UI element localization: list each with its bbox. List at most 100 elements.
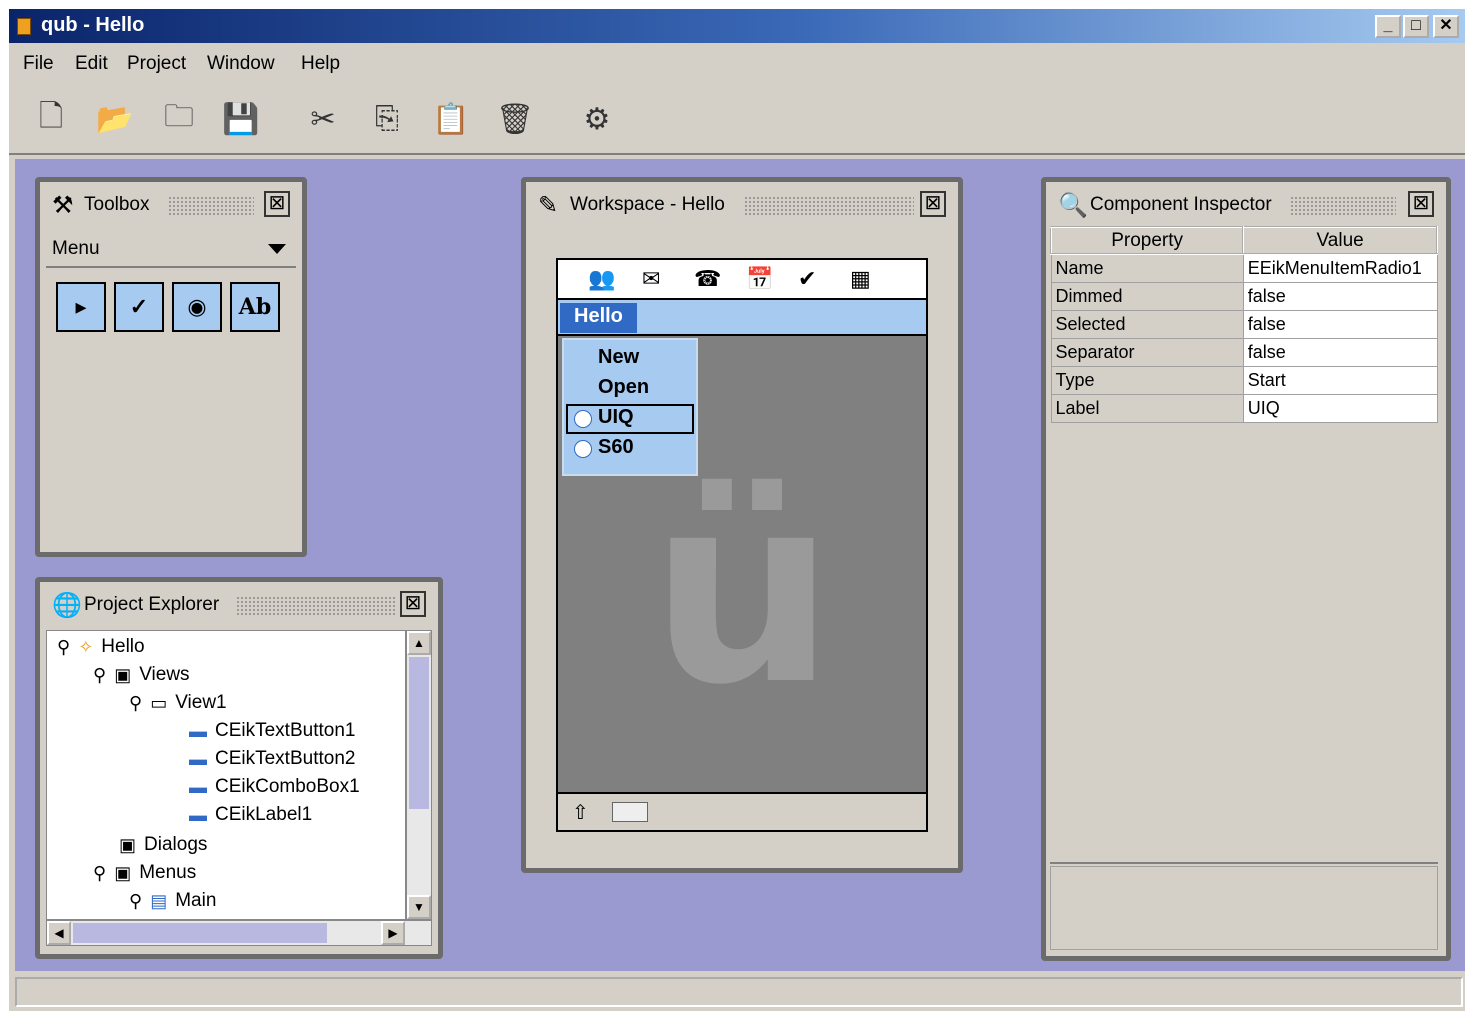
scroll-right-icon[interactable]: ▶ [381, 921, 405, 945]
tree-node-ceikcombobox1[interactable]: ▬ CEikComboBox1 [189, 773, 360, 801]
tree-node-view1[interactable]: ⚲ ▭ View1 [129, 689, 227, 717]
open-project-icon[interactable]: 🗀 [159, 99, 199, 139]
toolbox-close-icon[interactable]: ⊠ [264, 191, 290, 217]
property-name: Dimmed [1050, 281, 1244, 311]
value-column-header[interactable]: Value [1242, 226, 1438, 255]
control-icon: ▬ [189, 804, 207, 825]
tree-horizontal-scrollbar[interactable]: ◀ ▶ [46, 920, 432, 946]
tasks-app-icon[interactable]: ✔ [798, 266, 816, 292]
tools-app-icon[interactable]: ▦ [850, 266, 871, 292]
menu-edit[interactable]: Edit [75, 53, 108, 75]
inspector-description-area [1050, 866, 1438, 950]
menu-icon: ▤ [150, 890, 168, 911]
device-menu-title[interactable]: Hello [560, 303, 637, 333]
menu-help[interactable]: Help [301, 53, 340, 75]
close-button[interactable]: ✕ [1433, 15, 1459, 38]
toolbar: 🗋 📂 🗀 💾 ✂ ⎘ 📋 🗑 ⚙ [9, 83, 1465, 155]
tree-node-ceiktextbutton2[interactable]: ▬ CEikTextButton2 [189, 745, 355, 773]
device-menu-item-new[interactable]: New [598, 346, 639, 369]
property-value[interactable]: EEikMenuItemRadio1 [1242, 253, 1438, 283]
control-icon: ▬ [189, 720, 207, 741]
menu-radio-tool[interactable]: ◉ [172, 282, 222, 332]
menu-project[interactable]: Project [127, 53, 186, 75]
workspace-header[interactable]: ✎ Workspace - Hello ⊠ [530, 186, 954, 222]
device-menu-item-s60[interactable]: S60 [598, 436, 634, 459]
tree-node-menus[interactable]: ⚲ ▣ Menus [93, 859, 196, 887]
workspace-panel: ✎ Workspace - Hello ⊠ 👥 ✉ ☎ 📅 ✔ ▦ Hello [521, 177, 963, 873]
window-title: qub - Hello [41, 14, 145, 36]
component-inspector-header[interactable]: 🔍 Component Inspector ⊠ [1050, 186, 1442, 222]
workspace-close-icon[interactable]: ⊠ [920, 191, 946, 217]
table-row: Dimmed false [1050, 281, 1438, 311]
tree-node-main[interactable]: ⚲ ▤ Main [129, 887, 216, 915]
view-icon: ▭ [150, 692, 168, 713]
tree-node-hello[interactable]: ⚲ ✧ Hello [57, 633, 145, 661]
property-value[interactable]: false [1242, 281, 1438, 311]
tree-node-ceiktextbutton1[interactable]: ▬ CEikTextButton1 [189, 717, 355, 745]
component-inspector-close-icon[interactable]: ⊠ [1408, 191, 1434, 217]
tree-expand-icon[interactable]: ⚲ [129, 693, 142, 714]
tree-expand-icon[interactable]: ⚲ [129, 891, 142, 912]
table-row: Type Start [1050, 365, 1438, 395]
cut-icon[interactable]: ✂ [303, 99, 343, 139]
maximize-button[interactable]: □ [1403, 15, 1429, 38]
component-inspector-panel: 🔍 Component Inspector ⊠ Property Value N… [1041, 177, 1451, 961]
phone-app-icon[interactable]: ☎ [694, 266, 721, 292]
tree-expand-icon[interactable]: ⚲ [93, 863, 106, 884]
control-icon: ▬ [189, 776, 207, 797]
tree-label: Menus [139, 862, 197, 883]
tree-label: CEikTextButton2 [215, 748, 356, 769]
device-menu-item-uiq[interactable]: UIQ [598, 406, 634, 429]
device-menu-item-open[interactable]: Open [598, 376, 649, 399]
open-folder-icon[interactable]: 📂 [95, 99, 135, 139]
project-explorer-close-icon[interactable]: ⊠ [400, 591, 426, 617]
new-file-icon[interactable]: 🗋 [31, 99, 71, 139]
minimize-button[interactable]: _ [1375, 15, 1401, 38]
delete-icon[interactable]: 🗑 [495, 99, 535, 139]
menu-window[interactable]: Window [207, 53, 275, 75]
copy-icon[interactable]: ⎘ [367, 99, 407, 139]
vertical-scroll-thumb[interactable] [409, 657, 429, 809]
menu-file[interactable]: File [23, 53, 54, 75]
menu-text-tool[interactable]: Ab [230, 282, 280, 332]
menu-checkbox-tool[interactable]: ✓ [114, 282, 164, 332]
messages-app-icon[interactable]: ✉ [642, 266, 660, 292]
property-value[interactable]: Start [1242, 365, 1438, 395]
tree-vertical-scrollbar[interactable]: ▲ ▼ [406, 630, 432, 920]
property-table: Property Value Name EEikMenuItemRadio1 Di… [1049, 226, 1438, 423]
toolbox-category-select[interactable]: Menu [46, 230, 296, 268]
tree-node-ceiklabel1[interactable]: ▬ CEikLabel1 [189, 801, 312, 829]
menu-cascade-tool[interactable]: ▸ [56, 282, 106, 332]
property-name: Type [1050, 365, 1244, 395]
toolbox-header[interactable]: ⚒ Toolbox ⊠ [44, 186, 298, 222]
horizontal-scroll-thumb[interactable] [73, 923, 327, 943]
inspector-divider [1050, 862, 1438, 864]
scroll-up-icon[interactable]: ▲ [407, 631, 431, 655]
workspace-icon: ✎ [538, 192, 559, 219]
shift-arrow-icon[interactable]: ⇧ [572, 800, 589, 825]
settings-gear-icon[interactable]: ⚙ [577, 99, 617, 139]
title-bar[interactable]: qub - Hello _ □ ✕ [9, 9, 1465, 43]
property-column-header[interactable]: Property [1049, 226, 1245, 255]
tree-node-dialogs[interactable]: ▣ Dialogs [119, 831, 207, 859]
folder-stack-icon: ▣ [114, 664, 132, 685]
tree-expand-icon[interactable]: ⚲ [57, 637, 70, 658]
project-explorer-header[interactable]: 🌐 Project Explorer ⊠ [44, 586, 434, 622]
scroll-down-icon[interactable]: ▼ [407, 895, 431, 919]
component-inspector-grip [1290, 196, 1396, 216]
save-icon[interactable]: 💾 [221, 99, 261, 139]
paste-icon[interactable]: 📋 [431, 99, 471, 139]
property-value[interactable]: false [1242, 337, 1438, 367]
keyboard-icon[interactable] [612, 802, 648, 822]
folder-stack-icon: ▣ [114, 862, 132, 883]
property-name: Separator [1050, 337, 1244, 367]
tree-node-views[interactable]: ⚲ ▣ Views [93, 661, 190, 689]
contacts-app-icon[interactable]: 👥 [588, 266, 615, 292]
tree-expand-icon[interactable]: ⚲ [93, 665, 106, 686]
calendar-app-icon[interactable]: 📅 [746, 266, 773, 292]
property-value[interactable]: UIQ [1242, 393, 1438, 423]
device-menu-bar: Hello [558, 300, 926, 336]
property-value[interactable]: false [1242, 309, 1438, 339]
scroll-left-icon[interactable]: ◀ [47, 921, 71, 945]
table-row: Name EEikMenuItemRadio1 [1050, 253, 1438, 283]
